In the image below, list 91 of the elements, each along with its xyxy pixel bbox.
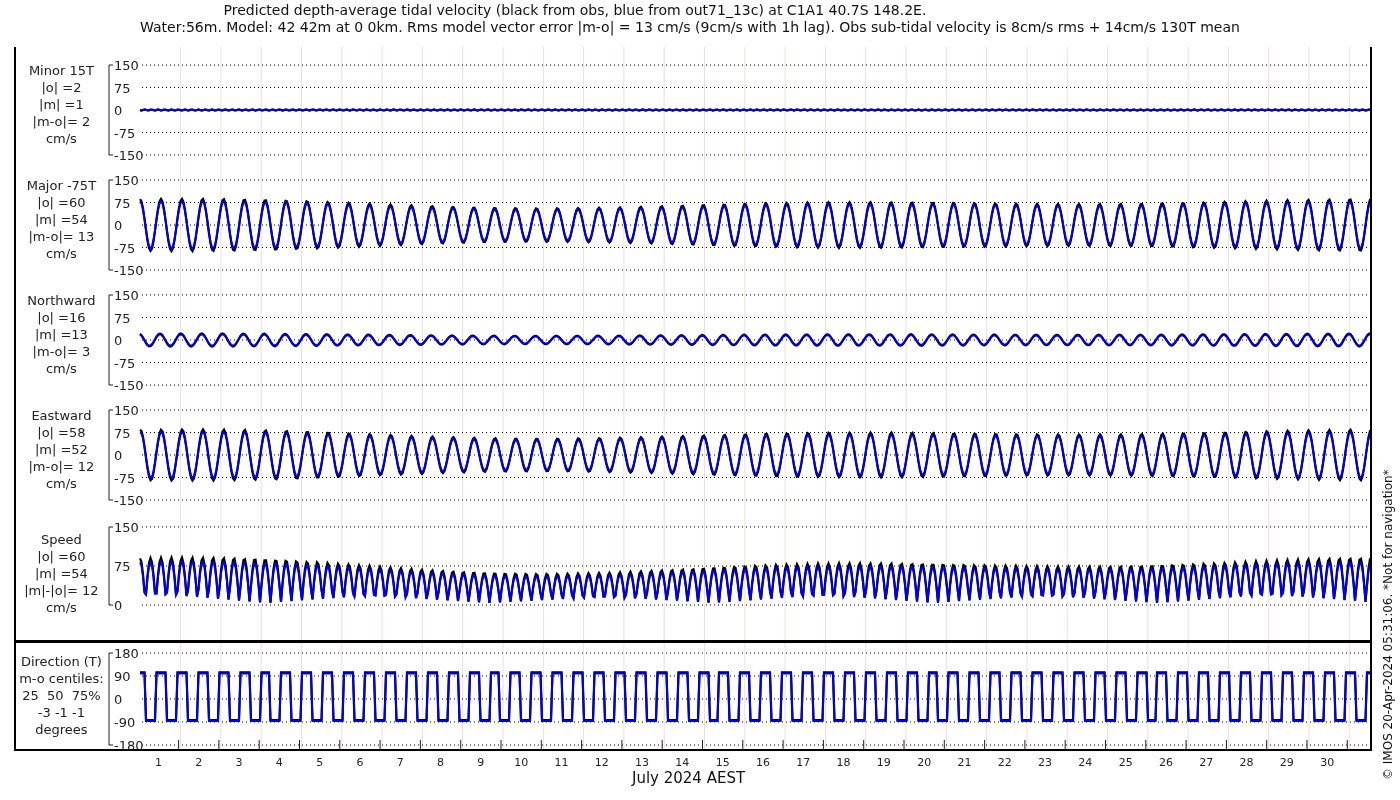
axis-tick-label: 150 <box>113 520 139 535</box>
axis-tick-label: 21 <box>957 756 972 769</box>
axis-tick-label: 5 <box>316 756 324 769</box>
axis-tick-label: 75 <box>113 425 131 441</box>
axis-tick-label: 0 <box>113 598 123 613</box>
axis-tick-label: 23 <box>1038 756 1053 769</box>
axis-tick-label: 0 <box>113 218 123 233</box>
axis-tick-label: -90 <box>113 715 136 730</box>
panel-label: |m|-|o|= 12 <box>24 582 99 599</box>
axis-tick-label: 29 <box>1279 756 1294 769</box>
axis-tick-label: 27 <box>1199 756 1214 769</box>
panel-label: |o| =16 <box>37 309 86 326</box>
axis-tick-label: 0 <box>113 103 123 118</box>
panel-label: |m-o|= 13 <box>28 228 95 245</box>
panel-label: |m| =1 <box>39 96 84 113</box>
panel-label: cm/s <box>45 245 77 262</box>
axis-tick-label: 150 <box>113 288 139 303</box>
panel-label: |m| =52 <box>34 441 88 458</box>
chart-subtitle: Water:56m. Model: 42 42m at 0 0km. Rms model vector error |m-o| = 13 cm/s (9cm/s with 1h lag). Obs sub-tidal velocity is 8cm/s rms + 14cm/s 130T mean <box>140 18 1241 36</box>
axis-tick-label: 9 <box>477 756 485 769</box>
panel-label: cm/s <box>45 360 77 377</box>
axis-tick-label: 180 <box>113 646 139 661</box>
axis-tick-label: -150 <box>113 378 144 392</box>
panel-label: degrees <box>35 720 88 738</box>
axis-tick-label: 28 <box>1239 756 1254 769</box>
axis-tick-label: 3 <box>235 756 243 769</box>
panel-label: cm/s <box>45 130 77 147</box>
panel-label: 25 50 75% <box>22 686 101 704</box>
axis-tick-label: -150 <box>113 148 144 162</box>
axis-tick-label: 90 <box>113 669 131 684</box>
panel-label: |m| =54 <box>34 565 88 582</box>
panel-label: Speed <box>41 531 82 548</box>
axis-tick-label: 24 <box>1078 756 1093 769</box>
axis-tick-label: 75 <box>113 195 131 211</box>
panel-label: |m-o|= 2 <box>32 113 91 130</box>
axis-tick-label: 6 <box>356 756 364 769</box>
axis-tick-label: 8 <box>437 756 445 769</box>
panel-label: Minor 15T <box>28 62 94 79</box>
panel-label: |o| =58 <box>37 424 86 441</box>
panel-label: |o| =60 <box>37 548 86 565</box>
axis-tick-label: 16 <box>755 756 770 769</box>
axis-tick-label: 150 <box>113 403 139 418</box>
panel-label: -3 -1 -1 <box>37 703 85 721</box>
axis-tick-label: -150 <box>113 263 144 277</box>
axis-tick-label: 0 <box>113 333 123 348</box>
axis-tick-label: -150 <box>113 493 144 507</box>
axis-tick-label: 1 <box>154 756 162 769</box>
axis-tick-label: 14 <box>675 756 690 769</box>
panel-label: Eastward <box>31 407 92 424</box>
axis-tick-label: 20 <box>917 756 932 769</box>
axis-tick-label: 26 <box>1158 756 1173 769</box>
axis-tick-label: 150 <box>113 58 139 73</box>
axis-tick-label: 7 <box>396 756 404 769</box>
x-axis-title: July 2024 AEST <box>632 768 746 788</box>
panel-label: |m-o|= 12 <box>28 458 95 475</box>
axis-tick-label: 17 <box>796 756 811 769</box>
axis-tick-label: 12 <box>594 756 609 769</box>
axis-tick-label: 15 <box>715 756 730 769</box>
axis-tick-label: 11 <box>554 756 569 769</box>
axis-tick-label: -75 <box>113 470 136 486</box>
axis-tick-label: 30 <box>1320 756 1335 769</box>
panel-label: Northward <box>27 292 96 309</box>
panel-label: |m| =13 <box>34 326 88 343</box>
axis-tick-label: 0 <box>113 692 123 707</box>
panel-label: cm/s <box>45 475 77 492</box>
axis-tick-label: 75 <box>113 310 131 326</box>
axis-tick-label: 22 <box>997 756 1012 769</box>
axis-tick-label: 18 <box>836 756 851 769</box>
axis-tick-label: 2 <box>195 756 203 769</box>
axis-tick-label: 13 <box>635 756 650 769</box>
panel-label: |m-o|= 3 <box>32 343 91 360</box>
axis-tick-label: -75 <box>113 125 136 141</box>
panel-label: Direction (T) <box>20 652 102 670</box>
axis-tick-label: 0 <box>113 448 123 463</box>
axis-tick-label: 10 <box>514 756 529 769</box>
panel-label: cm/s <box>45 599 77 616</box>
panel-label: |m| =54 <box>34 211 88 228</box>
panel-label: Major -75T <box>26 177 97 194</box>
axis-tick-label: 150 <box>113 173 139 188</box>
axis-tick-label: 25 <box>1118 756 1133 769</box>
chart-title: Predicted depth-average tidal velocity (black from obs, blue from out71_13c) at C1A1 40.7S 148.2E. <box>223 2 928 18</box>
axis-tick-label: -75 <box>113 355 136 371</box>
credit-text: © IMOS 20-Apr-2024 05:31:06. *Not for navigation* <box>1380 469 1396 780</box>
panel-label: |o| =2 <box>41 79 82 96</box>
axis-tick-label: -75 <box>113 240 136 256</box>
panel-label: |o| =60 <box>37 194 86 211</box>
axis-tick-label: 4 <box>275 756 283 769</box>
axis-tick-label: 19 <box>876 756 891 769</box>
axis-tick-label: 75 <box>113 80 131 96</box>
panel-label: m-o centiles: <box>19 669 104 687</box>
axis-tick-label: 75 <box>113 559 131 574</box>
